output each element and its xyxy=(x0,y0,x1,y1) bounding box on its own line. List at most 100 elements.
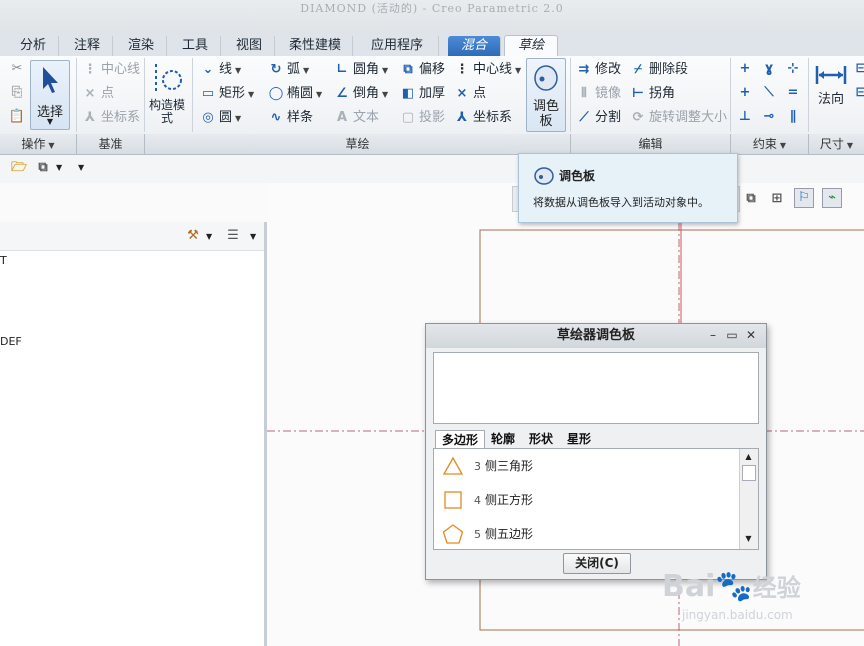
tab-applications[interactable]: 应用程序 xyxy=(356,36,439,56)
group-constrain[interactable]: 约束 ▼ xyxy=(731,134,809,154)
tangent-constraint-icon[interactable]: ɣ xyxy=(760,60,778,78)
tab-render[interactable]: 渲染 xyxy=(116,36,167,56)
group-operations[interactable]: 操作 ▼ xyxy=(0,134,77,154)
thicken-button[interactable]: ◧ 加厚 xyxy=(400,84,445,104)
symmetric-constraint-icon[interactable]: ⊹ xyxy=(784,60,802,78)
rectangle-icon: ▭ xyxy=(201,86,215,101)
tooltip-title: 调色板 xyxy=(559,169,596,183)
window-icon[interactable]: ⧉ xyxy=(34,159,52,177)
sketch-point-button[interactable]: × 点 xyxy=(454,84,486,104)
constraint-display-icon[interactable]: ⚐ xyxy=(794,188,814,208)
watermark-brand: Bai🐾经验 xyxy=(662,569,801,604)
tab-profile[interactable]: 轮廓 xyxy=(486,430,520,448)
scroll-thumb[interactable] xyxy=(742,465,756,481)
select-button[interactable]: 选择 ▼ xyxy=(30,60,70,130)
horizontal-constraint-icon[interactable]: + xyxy=(736,84,754,102)
line-button[interactable]: ⌄ 线 ▼ xyxy=(200,60,242,80)
chevron-down-icon: ▼ xyxy=(316,90,323,99)
chevron-down-icon: ▼ xyxy=(382,66,389,75)
tab-analysis[interactable]: 分析 xyxy=(8,36,59,56)
list-item[interactable]: 5 侧五边形 xyxy=(438,518,734,549)
offset-button[interactable]: ⧉ 偏移 xyxy=(400,60,445,80)
tab-flexible-modeling[interactable]: 柔性建模 xyxy=(278,36,353,56)
construct-mode-button[interactable]: 构造模式 xyxy=(148,60,186,125)
tab-shape[interactable]: 形状 xyxy=(524,430,558,448)
pentagon-icon xyxy=(442,524,464,544)
list-item[interactable]: 4 侧正方形 xyxy=(438,484,734,516)
vertex-display-icon[interactable]: ⌁ xyxy=(822,188,842,208)
perpendicular-constraint-icon[interactable]: ⊥ xyxy=(736,108,754,126)
parallel-constraint-icon[interactable]: ∥ xyxy=(784,108,802,126)
scroll-down-icon[interactable]: ▼ xyxy=(742,533,755,545)
rectangle-button[interactable]: ▭ 矩形 ▼ xyxy=(200,84,254,104)
project-button[interactable]: ▢ 投影 xyxy=(400,108,445,128)
corner-button[interactable]: ⊢ 拐角 xyxy=(630,84,675,104)
tree-item[interactable]: DEF xyxy=(0,335,22,348)
tab-star[interactable]: 星形 xyxy=(562,430,596,448)
paste-icon[interactable]: 📋 xyxy=(8,108,26,126)
close-icon[interactable]: ✕ xyxy=(744,328,758,342)
datum-csys-button[interactable]: ⅄ 坐标系 xyxy=(82,108,140,128)
tab-view[interactable]: 视图 xyxy=(224,36,275,56)
watermark: Bai🐾经验 jingyan.baidu.com xyxy=(662,568,862,638)
divide-button[interactable]: ⟋ 分割 xyxy=(576,108,621,128)
fillet-button[interactable]: ∟ 圆角 ▼ xyxy=(334,60,389,80)
list-item[interactable]: 3 侧三角形 xyxy=(438,450,734,482)
paw-icon: 🐾 xyxy=(715,569,753,604)
rotate-resize-button[interactable]: ⟳ 旋转调整大小 xyxy=(630,108,727,128)
dimension-display-icon[interactable]: ⊞ xyxy=(768,190,786,208)
maximize-icon[interactable]: ▭ xyxy=(725,328,739,342)
circle-button[interactable]: ◎ 圆 ▼ xyxy=(200,108,241,128)
midpoint-constraint-icon[interactable]: ⟍ xyxy=(760,84,778,102)
copy-icon[interactable]: ⎘ xyxy=(8,84,26,102)
palette-button[interactable]: 调色板 xyxy=(526,58,566,132)
spline-button[interactable]: ∿ 样条 xyxy=(268,108,313,128)
tooltip-description: 将数据从调色板导入到活动对象中。 xyxy=(533,196,709,209)
chevron-down-icon[interactable]: ▼ xyxy=(56,163,62,172)
list-scrollbar[interactable]: ▲ ▼ xyxy=(739,449,758,549)
customize-toolbar-icon[interactable]: ▼ xyxy=(78,163,84,172)
baseline-icon[interactable]: ⊟ xyxy=(852,60,864,78)
folder-open-icon[interactable]: 🗁 xyxy=(10,159,28,177)
modify-button[interactable]: ⇉ 修改 xyxy=(576,60,621,80)
tab-sketch[interactable]: 草绘 xyxy=(504,35,558,58)
normal-dimension-button[interactable]: 法向 xyxy=(812,62,850,109)
coincident-constraint-icon[interactable]: ⊸ xyxy=(760,108,778,126)
settings-tools-icon[interactable]: ⚒ xyxy=(184,227,202,245)
chevron-down-icon[interactable]: ▼ xyxy=(250,232,256,241)
equal-constraint-icon[interactable]: = xyxy=(784,84,802,102)
sketch-csys-button[interactable]: ⅄ 坐标系 xyxy=(454,108,512,128)
chevron-down-icon: ▼ xyxy=(846,141,854,150)
chevron-down-icon[interactable]: ▼ xyxy=(206,232,212,241)
chamfer-button[interactable]: ∠ 倒角 ▼ xyxy=(334,84,388,104)
ellipse-button[interactable]: ◯ 椭圆 ▼ xyxy=(268,84,322,104)
spline-icon: ∿ xyxy=(270,110,282,125)
tab-annotate[interactable]: 注释 xyxy=(62,36,113,56)
text-button[interactable]: A 文本 xyxy=(334,108,379,128)
watermark-url: jingyan.baidu.com xyxy=(682,608,793,622)
dimension-icon xyxy=(815,66,847,84)
tab-tools[interactable]: 工具 xyxy=(170,36,221,56)
delete-segment-button[interactable]: ⌿ 删除段 xyxy=(630,60,688,80)
arc-button[interactable]: ↻ 弧 ▼ xyxy=(268,60,310,80)
close-button[interactable]: 关闭(C) xyxy=(563,553,631,574)
list-icon[interactable]: ☰ xyxy=(224,227,242,245)
corner-icon: ⊢ xyxy=(632,86,644,101)
datum-point-button[interactable]: × 点 xyxy=(82,84,114,104)
cut-icon[interactable]: ✂ xyxy=(8,60,26,78)
datum-centerline-button[interactable]: ⋮ 中心线 xyxy=(82,60,141,80)
mirror-button[interactable]: ⫴ 镜像 xyxy=(576,84,621,104)
minimize-icon[interactable]: – xyxy=(706,328,720,342)
tree-item[interactable]: T xyxy=(0,254,7,267)
reference-icon[interactable]: ⊟ xyxy=(852,84,864,102)
sketch-centerline-button[interactable]: ⋮ 中心线 ▼ xyxy=(454,60,522,80)
scroll-up-icon[interactable]: ▲ xyxy=(742,451,755,463)
group-sketch: 草绘 xyxy=(145,134,571,154)
tab-polygon[interactable]: 多边形 xyxy=(435,430,485,449)
fillet-icon: ∟ xyxy=(336,62,348,77)
display-settings-icon[interactable]: ⧉ xyxy=(742,190,760,208)
group-dimension[interactable]: 尺寸 ▼ xyxy=(809,134,864,154)
vertical-constraint-icon[interactable]: + xyxy=(736,60,754,78)
chevron-down-icon: ▼ xyxy=(303,66,310,75)
tab-blend[interactable]: 混合 xyxy=(448,36,501,56)
